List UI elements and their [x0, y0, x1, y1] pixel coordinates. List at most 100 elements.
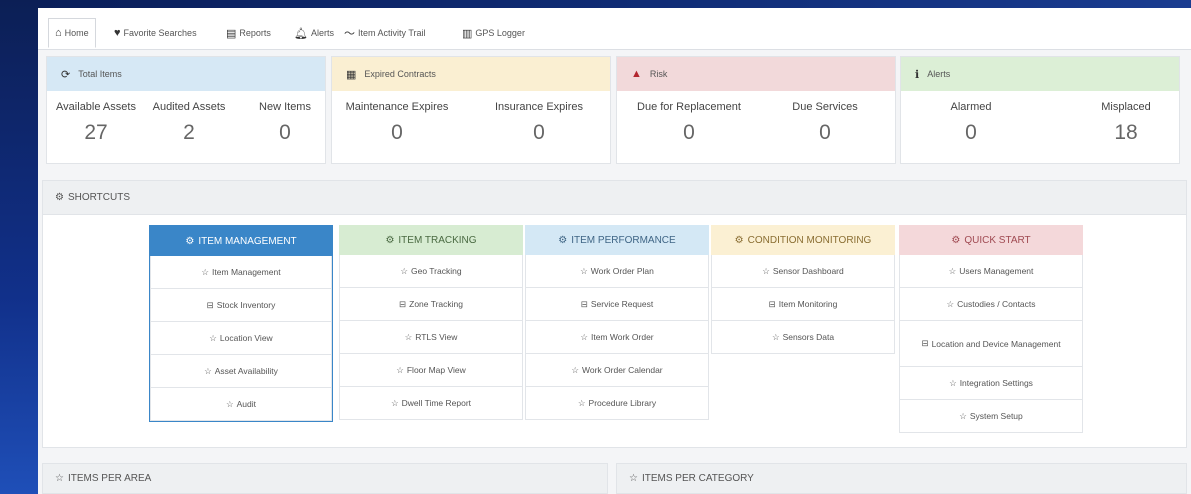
calendar-icon: ▦: [346, 68, 357, 81]
stat-label: Due for Replacement: [637, 101, 741, 113]
star-icon: ☆: [577, 397, 586, 408]
shortcut-work-order-calendar[interactable]: ☆ Work Order Calendar: [525, 354, 709, 387]
insurance-expires-stat[interactable]: Insurance Expires 0: [484, 101, 594, 145]
expired-contracts-header: ▦ Expired Contracts: [332, 57, 610, 91]
shortcut-procedure-library[interactable]: ☆ Procedure Library: [525, 387, 709, 420]
tab-home-label: Home: [64, 28, 89, 38]
star-icon: ☆: [390, 397, 399, 408]
stat-value: 0: [279, 121, 291, 144]
shortcut-integration-settings[interactable]: ☆ Integration Settings: [899, 367, 1083, 400]
expired-contracts-card: ▦ Expired Contracts Maintenance Expires …: [331, 56, 611, 164]
due-services-stat[interactable]: Due Services 0: [775, 101, 875, 145]
shortcut-dwell-time-report[interactable]: ☆ Dwell Time Report: [339, 387, 523, 420]
misplaced-stat[interactable]: Misplaced 18: [1081, 101, 1171, 145]
shortcut-zone-tracking[interactable]: ⊟ Zone Tracking: [339, 288, 523, 321]
shortcut-system-setup[interactable]: ☆ System Setup: [899, 400, 1083, 433]
shortcut-location-device-management[interactable]: ⊟ Location and Device Management: [899, 321, 1083, 367]
star-icon: ☆: [226, 398, 234, 409]
box-icon: ⊟: [580, 298, 588, 309]
new-items-stat[interactable]: New Items 0: [245, 101, 325, 145]
total-items-card: ⟳ Total Items Available Assets 27 Audite…: [46, 56, 326, 164]
nav-tabs: ⌂ Home ♥ Favorite Searches ▤ Reports 🔔︎ …: [38, 8, 1191, 50]
shortcut-column-item-performance: ⚙ ITEM PERFORMANCE ☆ Work Order Plan ⊟ Ser…: [525, 225, 709, 420]
shortcut-label: Work Order Calendar: [582, 365, 663, 375]
column-header[interactable]: ⚙ ITEM TRACKING: [339, 225, 523, 255]
stat-label: Alarmed: [950, 101, 992, 113]
available-assets-stat[interactable]: Available Assets 27: [51, 101, 141, 145]
shortcuts-panel: ⚙ SHORTCUTS ⚙ ITEM MANAGEMENT ☆ Item Mana…: [42, 180, 1187, 448]
shortcut-audit[interactable]: ☆ Audit: [150, 388, 332, 421]
items-per-area-panel: ☆ ITEMS PER AREA: [42, 463, 608, 494]
shortcut-rtls-view[interactable]: ☆ RTLS View: [339, 321, 523, 354]
tab-home[interactable]: ⌂ Home: [48, 18, 96, 48]
star-icon: ☆: [209, 332, 217, 343]
items-per-category-panel: ☆ ITEMS PER CATEGORY: [616, 463, 1187, 494]
column-header[interactable]: ⚙ CONDITION MONITORING: [711, 225, 895, 255]
shortcut-label: Item Management: [212, 267, 281, 277]
star-icon: ☆: [404, 331, 413, 342]
shortcuts-header: ⚙ SHORTCUTS: [43, 181, 1186, 215]
shortcut-users-management[interactable]: ☆ Users Management: [899, 255, 1083, 288]
star-icon: ☆: [400, 265, 409, 276]
box-icon: ⊟: [206, 299, 214, 310]
shortcut-label: Geo Tracking: [411, 266, 462, 276]
column-header[interactable]: ⚙ ITEM MANAGEMENT: [150, 226, 332, 256]
shortcut-floor-map-view[interactable]: ☆ Floor Map View: [339, 354, 523, 387]
stat-label: Misplaced: [1101, 101, 1151, 113]
refresh-icon: ⟳: [61, 68, 71, 81]
tab-favorite-searches[interactable]: ♥ Favorite Searches: [108, 18, 203, 48]
shortcut-label: System Setup: [969, 411, 1023, 421]
shortcut-label: Integration Settings: [959, 378, 1033, 388]
shortcut-location-view[interactable]: ☆ Location View: [150, 322, 332, 355]
column-header[interactable]: ⚙ ITEM PERFORMANCE: [525, 225, 709, 255]
shortcut-label: Zone Tracking: [409, 299, 463, 309]
shortcut-sensors-data[interactable]: ☆ Sensors Data: [711, 321, 895, 354]
due-for-replacement-stat[interactable]: Due for Replacement 0: [629, 101, 749, 145]
tab-gps-logger-label: GPS Logger: [475, 28, 525, 38]
shortcut-column-item-management: ⚙ ITEM MANAGEMENT ☆ Item Management ⊟ Stoc…: [149, 225, 333, 422]
shortcut-geo-tracking[interactable]: ☆ Geo Tracking: [339, 255, 523, 288]
tab-gps-logger[interactable]: ▥ GPS Logger: [456, 18, 531, 48]
shortcut-service-request[interactable]: ⊟ Service Request: [525, 288, 709, 321]
shortcut-custodies-contacts[interactable]: ☆ Custodies / Contacts: [899, 288, 1083, 321]
alarmed-stat[interactable]: Alarmed 0: [921, 101, 1021, 145]
tab-item-activity-trail[interactable]: 〜 Item Activity Trail: [338, 18, 432, 48]
home-icon: ⌂: [55, 27, 62, 39]
shortcut-sensor-dashboard[interactable]: ☆ Sensor Dashboard: [711, 255, 895, 288]
shortcut-column-condition-monitoring: ⚙ CONDITION MONITORING ☆ Sensor Dashboard…: [711, 225, 895, 354]
stat-value: 0: [683, 121, 695, 144]
box-icon: ⊟: [399, 298, 407, 309]
shortcut-column-item-tracking: ⚙ ITEM TRACKING ☆ Geo Tracking ⊟ Zone Trac…: [339, 225, 523, 420]
star-icon: ☆: [571, 364, 579, 375]
shortcut-label: Dwell Time Report: [401, 398, 472, 408]
star-icon: ☆: [762, 265, 770, 276]
shortcut-work-order-plan[interactable]: ☆ Work Order Plan: [525, 255, 709, 288]
shortcut-item-management[interactable]: ☆ Item Management: [150, 256, 332, 289]
box-icon: ⊟: [921, 338, 929, 348]
star-icon: ☆: [948, 265, 957, 276]
shortcut-item-work-order[interactable]: ☆ Item Work Order: [525, 321, 709, 354]
column-header[interactable]: ⚙ QUICK START: [899, 225, 1083, 255]
shortcut-label: Service Request: [590, 299, 654, 309]
items-per-category-header: ☆ ITEMS PER CATEGORY: [617, 464, 1186, 494]
shortcut-label: Stock Inventory: [216, 300, 276, 310]
items-per-area-header: ☆ ITEMS PER AREA: [43, 464, 607, 494]
column-title: ITEM MANAGEMENT: [198, 235, 297, 247]
maintenance-expires-stat[interactable]: Maintenance Expires 0: [342, 101, 452, 145]
heart-icon: ♥: [114, 27, 121, 39]
star-icon: ☆: [580, 331, 588, 342]
shortcut-asset-availability[interactable]: ☆ Asset Availability: [150, 355, 332, 388]
shortcut-label: Item Monitoring: [778, 299, 838, 309]
stat-value: 27: [84, 121, 108, 144]
audited-assets-stat[interactable]: Audited Assets 2: [147, 101, 231, 145]
stat-label: Audited Assets: [152, 101, 226, 113]
shortcut-item-monitoring[interactable]: ⊟ Item Monitoring: [711, 288, 895, 321]
star-icon: ☆: [629, 473, 638, 484]
shortcut-label: Item Work Order: [590, 332, 654, 342]
tab-alerts[interactable]: 🔔︎ Alerts: [288, 18, 340, 48]
shortcut-stock-inventory[interactable]: ⊟ Stock Inventory: [150, 289, 332, 322]
column-title: ITEM PERFORMANCE: [571, 234, 676, 246]
tab-reports[interactable]: ▤ Reports: [220, 18, 277, 48]
shortcut-label: Location View: [219, 333, 273, 343]
stat-label: Due Services: [792, 101, 858, 113]
